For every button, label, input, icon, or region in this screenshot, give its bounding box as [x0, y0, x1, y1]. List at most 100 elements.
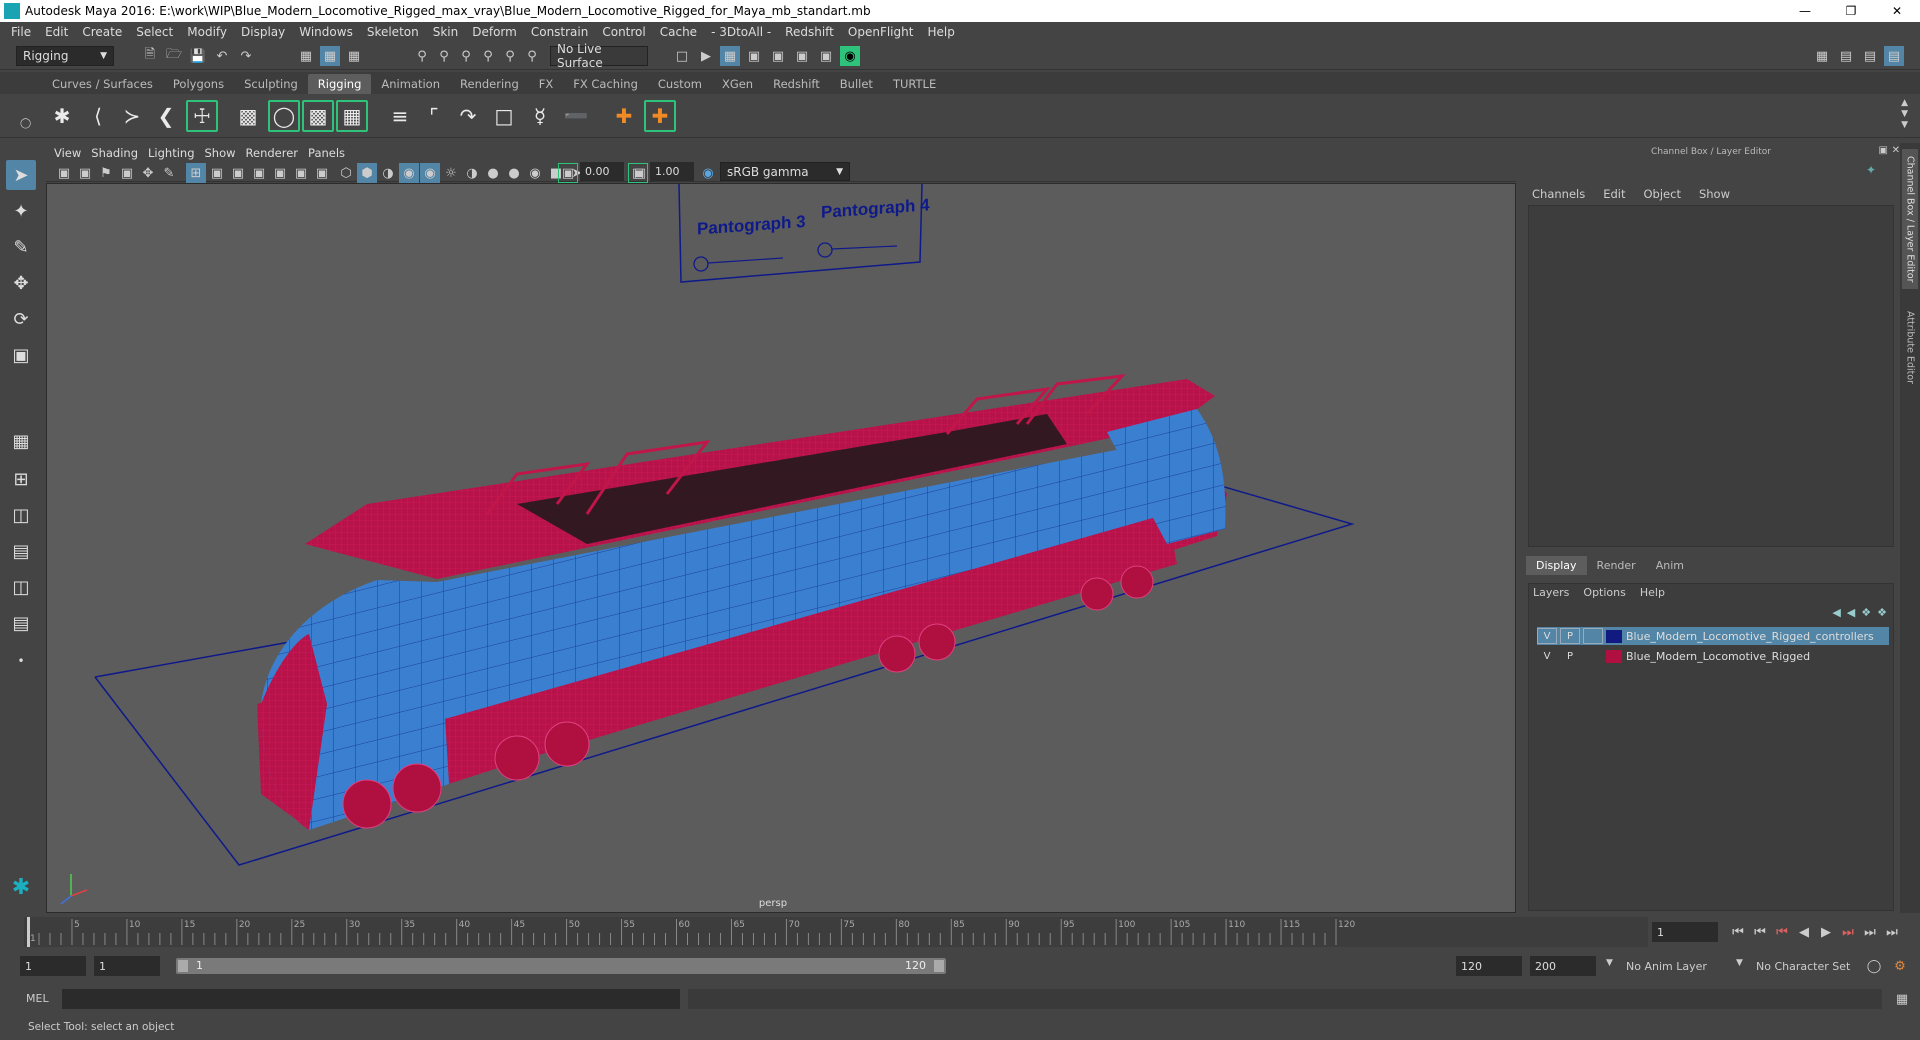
- scale-tool-icon[interactable]: ▣: [6, 340, 36, 370]
- ipr-render-icon[interactable]: ▣: [744, 46, 764, 66]
- wireframe-icon[interactable]: ⬡: [336, 163, 356, 183]
- menu-item[interactable]: Deform: [465, 25, 524, 39]
- image-plane-icon[interactable]: ▣: [117, 163, 137, 183]
- shelf-tab[interactable]: Curves / Surfaces: [42, 74, 163, 94]
- insert-joint-icon[interactable]: ❮: [150, 100, 182, 132]
- menu-item[interactable]: Edit: [38, 25, 75, 39]
- construction-history-icon[interactable]: □: [672, 46, 692, 66]
- layer-playback-toggle[interactable]: P: [1560, 648, 1580, 664]
- panel-menu-item[interactable]: View: [54, 146, 91, 160]
- playback-end-field[interactable]: 120: [1456, 956, 1522, 976]
- shelf-scroll-icon[interactable]: ▲ ▼ ▼: [1901, 98, 1908, 131]
- xray-icon[interactable]: ◉: [420, 163, 440, 183]
- exposure-icon[interactable]: ▣: [558, 163, 578, 183]
- show-menu[interactable]: Show: [1699, 187, 1730, 201]
- render-settings-icon[interactable]: ▣: [768, 46, 788, 66]
- parent-constraint-icon[interactable]: ⌜: [418, 100, 450, 132]
- menu-item[interactable]: Cache: [653, 25, 704, 39]
- quick-rig-icon[interactable]: ☩: [186, 100, 218, 132]
- single-perspective-layout-icon[interactable]: ▦: [6, 426, 36, 456]
- layer-row[interactable]: V P Blue_Modern_Locomotive_Rigged: [1537, 647, 1889, 665]
- rotate-tool-icon[interactable]: ⟳: [6, 304, 36, 334]
- multisample-aa-icon[interactable]: ◉: [525, 163, 545, 183]
- film-gate-icon[interactable]: ▣: [207, 163, 227, 183]
- gamma-icon[interactable]: ▣: [628, 163, 648, 183]
- outliner-layout-icon[interactable]: ◫: [6, 572, 36, 602]
- minimize-icon[interactable]: —: [1782, 0, 1828, 22]
- persp-graph-layout-icon[interactable]: ▤: [6, 536, 36, 566]
- redo-icon[interactable]: ↷: [236, 46, 256, 66]
- modeling-toolkit-icon[interactable]: ▦: [1812, 46, 1832, 66]
- layers-menu[interactable]: Layers: [1533, 586, 1569, 599]
- help-menu[interactable]: Help: [1640, 586, 1665, 599]
- layer-color-swatch[interactable]: [1606, 629, 1622, 643]
- render-view-icon[interactable]: ▶: [696, 46, 716, 66]
- camera-attributes-icon[interactable]: ▣: [75, 163, 95, 183]
- custom-layout-icon[interactable]: ▤: [6, 608, 36, 638]
- panel-menu-item[interactable]: Renderer: [246, 146, 309, 160]
- undo-icon[interactable]: ↶: [212, 46, 232, 66]
- hypershade-icon[interactable]: ▣: [792, 46, 812, 66]
- chevron-down-icon[interactable]: ▼: [1606, 958, 1613, 968]
- blend-shape-icon[interactable]: ≡: [384, 100, 416, 132]
- mel-label[interactable]: MEL: [26, 992, 49, 1005]
- range-slider[interactable]: 1 120: [176, 958, 946, 974]
- character-set-dropdown[interactable]: No Character Set: [1752, 956, 1862, 976]
- restore-icon[interactable]: ❐: [1828, 0, 1874, 22]
- menu-item[interactable]: File: [4, 25, 38, 39]
- mirror-joint-icon[interactable]: ✚: [644, 100, 676, 132]
- close-icon[interactable]: ✕: [1874, 0, 1920, 22]
- object-menu[interactable]: Object: [1644, 187, 1681, 201]
- options-menu[interactable]: Options: [1583, 586, 1625, 599]
- persp-outliner-layout-icon[interactable]: ◫: [6, 500, 36, 530]
- new-scene-icon[interactable]: 🗎: [140, 46, 160, 66]
- shelf-tab[interactable]: Animation: [371, 74, 450, 94]
- layout-menu-icon[interactable]: •: [6, 646, 36, 676]
- snap-vertex-icon[interactable]: ⚲: [522, 46, 542, 66]
- joint-tool-icon[interactable]: ✱: [46, 100, 78, 132]
- float-panel-icon[interactable]: ▣: [1879, 145, 1888, 156]
- menu-item[interactable]: OpenFlight: [841, 25, 921, 39]
- go-to-start-icon[interactable]: ⏮: [1728, 922, 1748, 942]
- channel-list[interactable]: [1528, 205, 1894, 547]
- point-constraint-icon[interactable]: ↷: [452, 100, 484, 132]
- panel-menu-item[interactable]: Shading: [91, 146, 148, 160]
- select-object-icon[interactable]: ▦: [320, 46, 340, 66]
- select-component-icon[interactable]: ▦: [344, 46, 364, 66]
- grease-pencil-icon[interactable]: ✎: [159, 163, 179, 183]
- persp-viewport[interactable]: Pantograph 3 Pantograph 4 persp: [46, 183, 1516, 913]
- four-view-layout-icon[interactable]: ⊞: [6, 464, 36, 494]
- step-forward-key-icon[interactable]: ⏭: [1860, 922, 1880, 942]
- range-start-handle[interactable]: [178, 960, 188, 972]
- time-slider[interactable]: 1 5 10 15 20 25 30 35 40 45 50 55 60 65 70 75 80 85 90 95 10…: [24, 917, 1648, 947]
- select-hierarchy-icon[interactable]: ▦: [296, 46, 316, 66]
- safe-action-icon[interactable]: ▣: [291, 163, 311, 183]
- screen-space-ao-icon[interactable]: ●: [483, 163, 503, 183]
- tab-anim[interactable]: Anim: [1646, 556, 1694, 575]
- menu-item[interactable]: Redshift: [778, 25, 841, 39]
- step-forward-frame-icon[interactable]: ⏭: [1838, 922, 1858, 942]
- menu-item[interactable]: Control: [595, 25, 652, 39]
- shelf-tab[interactable]: Bullet: [830, 74, 883, 94]
- cluster-icon[interactable]: ▩: [302, 100, 334, 132]
- current-frame-field[interactable]: 1: [1652, 922, 1718, 942]
- snap-curve-icon[interactable]: ⚲: [434, 46, 454, 66]
- channel-box-side-tab[interactable]: Channel Box / Layer Editor: [1902, 149, 1918, 289]
- attribute-editor-toggle-icon[interactable]: ▤: [1836, 46, 1856, 66]
- manipulator-icon[interactable]: ✦: [1866, 163, 1876, 177]
- snap-surface-icon[interactable]: ⚲: [500, 46, 520, 66]
- shelf-options-icon[interactable]: ◯: [20, 118, 31, 129]
- close-panel-icon[interactable]: ✕: [1892, 145, 1900, 156]
- shelf-tab[interactable]: XGen: [712, 74, 763, 94]
- move-layer-up-icon[interactable]: ◀: [1832, 606, 1840, 619]
- two-d-pan-icon[interactable]: ✥: [138, 163, 158, 183]
- wireframe-on-shaded-icon[interactable]: ◉: [399, 163, 419, 183]
- layer-color-swatch[interactable]: [1606, 649, 1622, 663]
- panel-menu-item[interactable]: Show: [205, 146, 246, 160]
- auto-key-icon[interactable]: ◯: [1864, 956, 1884, 976]
- menu-item[interactable]: Skin: [426, 25, 466, 39]
- layer-visibility-toggle[interactable]: V: [1537, 628, 1557, 644]
- view-transform-dropdown[interactable]: sRGB gamma ▼: [720, 162, 850, 181]
- menu-item[interactable]: Select: [129, 25, 180, 39]
- play-backwards-icon[interactable]: ◀: [1794, 922, 1814, 942]
